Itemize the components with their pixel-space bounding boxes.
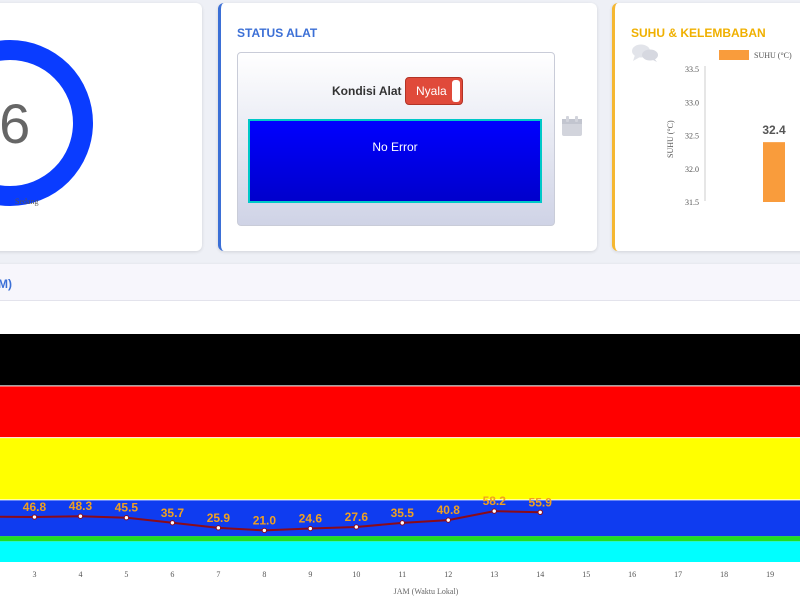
hourly-x-tick-label: 9 — [308, 570, 312, 579]
hourly-x-tick-label: 15 — [582, 570, 590, 579]
hourly-x-tick-label: 11 — [398, 570, 406, 579]
hourly-band — [0, 536, 800, 542]
hourly-x-tick-label: 7 — [216, 570, 220, 579]
suhu-legend-swatch — [719, 50, 749, 60]
suhu-bar — [763, 142, 785, 202]
hourly-band — [0, 437, 800, 500]
hourly-x-axis-label: JAM (Waktu Lokal) — [394, 587, 459, 596]
hourly-data-label: 40.8 — [437, 503, 461, 517]
suhu-y-tick-label: 31.5 — [685, 198, 699, 207]
hourly-x-tick-label: 3 — [32, 570, 36, 579]
hourly-data-label: 24.6 — [299, 512, 323, 526]
status-alat-title: STATUS ALAT — [237, 26, 318, 40]
hourly-data-label: 45.5 — [115, 501, 139, 515]
hourly-data-point — [215, 525, 222, 531]
hourly-x-tick-label: 5 — [124, 570, 128, 579]
hourly-x-tick-label: 16 — [628, 570, 636, 579]
suhu-bar-label: 32.4 — [762, 123, 786, 137]
hourly-data-point — [399, 520, 405, 526]
calendar-icon — [562, 116, 582, 136]
hourly-data-point — [307, 525, 314, 532]
hourly-data-label: 27.6 — [345, 510, 369, 524]
hourly-data-point — [77, 513, 84, 519]
hourly-x-tick-label: 4 — [78, 570, 82, 579]
hourly-band — [0, 541, 800, 562]
hourly-x-tick-label: 17 — [674, 570, 682, 579]
hourly-x-tick-label: 13 — [490, 570, 498, 579]
hourly-data-label: 35.5 — [391, 506, 415, 520]
hourly-data-label: 58.2 — [483, 494, 507, 508]
suhu-y-tick-label: 33.5 — [685, 65, 699, 74]
hourly-data-label: 48.3 — [69, 499, 93, 513]
hourly-data-label: 46.8 — [23, 500, 47, 514]
suhu-y-tick-label: 32.5 — [685, 132, 699, 141]
hourly-data-point — [31, 514, 38, 520]
ispu-legend-label: Sedang — [15, 197, 39, 206]
suhu-kelembaban-card: SUHU & KELEMBABAN SUHU (°C) SUHU (°C) 33… — [612, 3, 800, 251]
status-panel: Kondisi Alat Nyala No Error — [237, 52, 555, 226]
hourly-x-tick-label: 12 — [444, 570, 452, 579]
suhu-y-axis-label: SUHU (°C) — [666, 120, 675, 158]
hourly-band — [0, 385, 800, 438]
hourly-data-point — [445, 517, 451, 523]
power-toggle[interactable]: Nyala — [405, 77, 463, 105]
status-alat-card: STATUS ALAT Kondisi Alat Nyala No Error — [218, 3, 597, 251]
hourly-data-point — [537, 509, 543, 516]
hourly-x-tick-label: 19 — [766, 570, 774, 579]
hourly-data-label: 25.9 — [207, 511, 231, 525]
suhu-y-tick-label: 32.0 — [685, 165, 699, 174]
hourly-band — [0, 334, 800, 386]
power-toggle-knob — [452, 80, 460, 102]
hourly-chart-card: M) 46.8 48.3 45.5 35.7 25.9 21.0 24.6 27.6 35.5 4… — [0, 264, 800, 600]
suhu-bar-chart: SUHU (°C) SUHU (°C) 33.5 33.0 32.5 32.0 31.5… — [666, 50, 792, 207]
hourly-x-tick-label: 14 — [536, 570, 544, 579]
hourly-data-point — [169, 520, 176, 526]
hourly-data-point — [491, 508, 497, 514]
ispu-value: 56 — [0, 92, 30, 155]
hourly-x-tick-label: 10 — [352, 570, 360, 579]
ispu-legend-swatch — [0, 196, 10, 205]
hourly-x-tick-label: 6 — [170, 570, 174, 579]
error-status-box: No Error — [248, 119, 542, 203]
hourly-x-tick-label: 18 — [720, 570, 728, 579]
error-status-text: No Error — [372, 140, 418, 154]
ispu-card: ) 56 Sedang — [0, 3, 202, 251]
hourly-data-label: 21.0 — [253, 513, 277, 527]
power-toggle-label: Nyala — [416, 84, 447, 98]
hourly-data-point — [123, 514, 130, 521]
hourly-line-chart: 46.8 48.3 45.5 35.7 25.9 21.0 24.6 27.6 35.5 40.8… — [0, 334, 800, 596]
hourly-x-tick-label: 8 — [262, 570, 266, 579]
hourly-data-point — [261, 527, 268, 534]
hourly-data-label: 55.9 — [529, 495, 553, 509]
suhu-y-tick-label: 33.0 — [685, 98, 699, 107]
ispu-donut-chart: 56 Sedang — [0, 40, 93, 206]
hourly-data-label: 35.7 — [161, 506, 185, 520]
hourly-data-point — [353, 524, 360, 530]
kondisi-alat-label: Kondisi Alat — [332, 84, 402, 98]
suhu-legend-label: SUHU (°C) — [754, 51, 792, 60]
